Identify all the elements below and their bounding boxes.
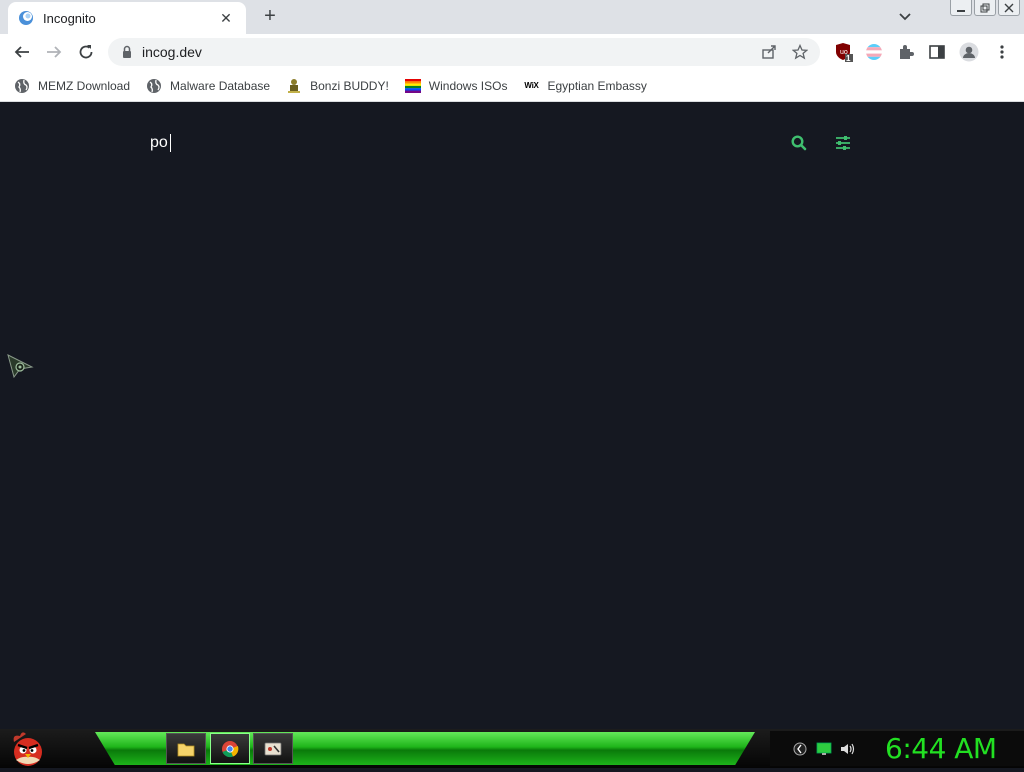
- bookmark-memz-download[interactable]: MEMZ Download: [14, 78, 130, 94]
- tab-search-chevron-icon[interactable]: [896, 9, 914, 25]
- bookmark-label: Windows ISOs: [428, 78, 508, 93]
- bookmark-egyptian-embassy[interactable]: WiX Egyptian Embassy: [523, 78, 646, 94]
- taskbar: 6:44 AM: [0, 729, 1024, 768]
- chrome-icon: [222, 740, 239, 757]
- search-button[interactable]: [789, 133, 809, 153]
- settings-button[interactable]: [833, 133, 853, 153]
- back-button[interactable]: [11, 41, 33, 63]
- mouse-cursor-icon: [6, 353, 36, 381]
- new-tab-button[interactable]: +: [259, 6, 281, 28]
- search-input[interactable]: [150, 129, 750, 157]
- rainbow-flag-icon: [404, 78, 421, 94]
- browser-toolbar: incog.dev uo 1: [0, 34, 1024, 70]
- globe-icon: [146, 78, 162, 94]
- bookmarks-bar: MEMZ Download Malware Database Bonzi BUD…: [0, 70, 1024, 102]
- wix-icon: WiX: [524, 81, 539, 90]
- restore-button[interactable]: [974, 0, 996, 16]
- share-icon[interactable]: [758, 41, 780, 63]
- bookmark-windows-isos[interactable]: Windows ISOs: [404, 78, 508, 94]
- bookmark-label: Malware Database: [170, 78, 271, 93]
- bookmark-label: Egyptian Embassy: [547, 78, 647, 93]
- search-icon: [791, 135, 807, 151]
- bookmark-malware-database[interactable]: Malware Database: [146, 78, 270, 94]
- ublock-extension-icon[interactable]: uo 1: [833, 41, 855, 63]
- minimize-button[interactable]: [950, 0, 972, 16]
- paint-icon: [264, 742, 282, 755]
- tab-strip: Incognito ✕ +: [0, 0, 1024, 34]
- forward-arrow-icon: [47, 46, 62, 58]
- tab-incognito[interactable]: Incognito ✕: [8, 2, 246, 34]
- bookmark-star-icon[interactable]: [789, 41, 811, 63]
- angry-bird-icon: [13, 732, 42, 766]
- reload-button[interactable]: [75, 41, 97, 63]
- network-icon[interactable]: [816, 741, 832, 757]
- forward-button[interactable]: [43, 41, 65, 63]
- incognito-favicon-icon: [18, 10, 34, 26]
- extension-badge: 1: [846, 54, 851, 63]
- folder-icon: [177, 743, 195, 756]
- bookmark-bonzi-buddy[interactable]: Bonzi BUDDY!: [286, 78, 389, 94]
- globe-icon: [14, 78, 30, 94]
- address-bar[interactable]: incog.dev: [108, 38, 820, 66]
- tab-title: Incognito: [43, 10, 96, 26]
- window-controls: [950, 0, 1020, 16]
- page-content: [0, 103, 1024, 729]
- volume-icon[interactable]: [840, 741, 856, 757]
- taskbar-explorer-button[interactable]: [166, 733, 206, 764]
- taskbar-chrome-button[interactable]: [210, 733, 250, 764]
- url-text: incog.dev: [142, 44, 202, 60]
- flag-extension-icon[interactable]: [863, 41, 885, 63]
- reload-icon: [79, 45, 93, 59]
- sliders-icon: [836, 136, 850, 150]
- lock-icon: [120, 45, 134, 59]
- clock[interactable]: 6:44 AM: [885, 732, 997, 765]
- chrome-menu-icon[interactable]: [991, 41, 1013, 63]
- back-arrow-icon: [14, 46, 29, 58]
- text-caret: [170, 134, 171, 152]
- tab-close-button[interactable]: ✕: [216, 10, 236, 27]
- bookmark-label: MEMZ Download: [38, 78, 131, 93]
- tray-app-icon[interactable]: [792, 741, 808, 757]
- start-button[interactable]: [8, 730, 48, 767]
- side-panel-icon[interactable]: [926, 41, 948, 63]
- taskbar-app-button[interactable]: [253, 733, 293, 764]
- profile-avatar-icon[interactable]: [958, 41, 980, 63]
- puzzle-extensions-icon[interactable]: [895, 41, 917, 63]
- bonzi-icon: [286, 78, 302, 94]
- bookmark-label: Bonzi BUDDY!: [310, 78, 389, 93]
- close-window-button[interactable]: [998, 0, 1020, 16]
